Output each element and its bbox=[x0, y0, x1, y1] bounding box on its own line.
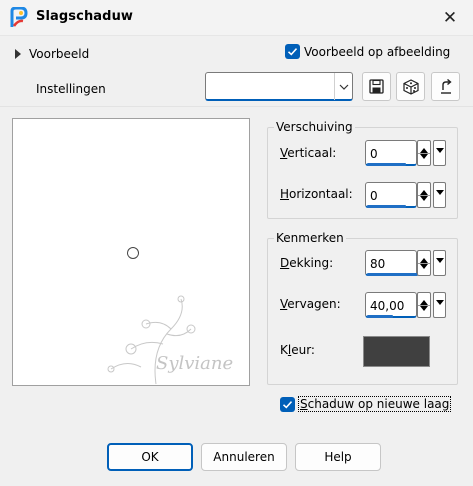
ok-button[interactable]: OK bbox=[107, 443, 193, 471]
dropdown-triangle-icon bbox=[435, 148, 444, 153]
help-button[interactable]: Help bbox=[295, 443, 381, 471]
dropdown-triangle-icon bbox=[435, 258, 444, 263]
checkmark-icon bbox=[285, 44, 300, 59]
save-preset-button[interactable] bbox=[362, 72, 391, 101]
preview-on-image-checkbox[interactable]: Voorbeeld op afbeelding bbox=[285, 44, 450, 59]
expand-triangle-icon bbox=[15, 49, 21, 59]
vertical-spinner[interactable] bbox=[417, 140, 431, 166]
checkmark-icon bbox=[280, 396, 295, 412]
horizontal-label: Horizontaal: bbox=[280, 187, 353, 201]
properties-group-title: Kenmerken bbox=[274, 231, 346, 245]
blur-label: Vervagen: bbox=[280, 297, 341, 311]
spin-down-icon[interactable] bbox=[418, 195, 430, 207]
shadow-new-layer-label: Schaduw op nieuwe laag bbox=[298, 396, 452, 412]
blur-level-bar bbox=[367, 315, 393, 318]
close-button[interactable]: ✕ bbox=[435, 5, 465, 31]
opacity-dropdown-button[interactable] bbox=[433, 250, 446, 276]
shadow-color-swatch[interactable] bbox=[363, 336, 430, 367]
spin-up-icon[interactable] bbox=[418, 141, 430, 153]
blur-spinner[interactable] bbox=[417, 292, 431, 318]
spin-down-icon[interactable] bbox=[418, 263, 430, 275]
shadow-offset-handle[interactable] bbox=[127, 247, 139, 259]
vertical-level-bar bbox=[367, 163, 406, 166]
svg-text:Sylviane: Sylviane bbox=[156, 353, 233, 374]
window-title: Slagschaduw bbox=[36, 9, 134, 24]
reset-arrow-icon bbox=[440, 78, 452, 94]
spin-down-icon[interactable] bbox=[418, 153, 430, 165]
spin-up-icon[interactable] bbox=[418, 251, 430, 263]
settings-dropdown[interactable] bbox=[205, 72, 353, 101]
dropdown-triangle-icon bbox=[435, 300, 444, 305]
opacity-spinner[interactable] bbox=[417, 250, 431, 276]
dice-icon bbox=[402, 78, 419, 95]
blur-dropdown-button[interactable] bbox=[433, 292, 446, 318]
cancel-button[interactable]: Annuleren bbox=[201, 443, 287, 471]
spin-up-icon[interactable] bbox=[418, 293, 430, 305]
shadow-new-layer-checkbox[interactable]: Schaduw op nieuwe laag bbox=[280, 396, 452, 412]
horizontal-level-bar bbox=[367, 205, 406, 208]
vertical-label: Verticaal: bbox=[280, 146, 337, 160]
paintshop-pro-icon bbox=[9, 6, 29, 29]
randomize-button[interactable] bbox=[396, 72, 425, 101]
preview-expander[interactable]: Voorbeeld bbox=[15, 45, 89, 63]
watermark-flourish-image: Sylviane bbox=[107, 295, 233, 385]
chevron-down-icon bbox=[334, 73, 352, 100]
horizontal-spinner[interactable] bbox=[417, 182, 431, 208]
preview-label: Voorbeeld bbox=[29, 47, 90, 61]
divider bbox=[0, 106, 473, 107]
reset-button[interactable] bbox=[431, 72, 460, 101]
spin-down-icon[interactable] bbox=[418, 305, 430, 317]
color-label: Kleur: bbox=[280, 343, 315, 357]
opacity-level-bar bbox=[367, 273, 418, 276]
offset-group-title: Verschuiving bbox=[274, 120, 355, 134]
settings-label: Instellingen bbox=[36, 82, 106, 96]
dropdown-triangle-icon bbox=[435, 190, 444, 195]
spin-up-icon[interactable] bbox=[418, 183, 430, 195]
preview-canvas[interactable]: Sylviane bbox=[12, 118, 250, 386]
preview-on-image-label: Voorbeeld op afbeelding bbox=[304, 44, 451, 59]
floppy-disk-icon bbox=[369, 79, 384, 94]
vertical-dropdown-button[interactable] bbox=[433, 140, 446, 166]
horizontal-dropdown-button[interactable] bbox=[433, 182, 446, 208]
close-icon: ✕ bbox=[442, 7, 458, 28]
opacity-label: Dekking: bbox=[280, 256, 334, 270]
